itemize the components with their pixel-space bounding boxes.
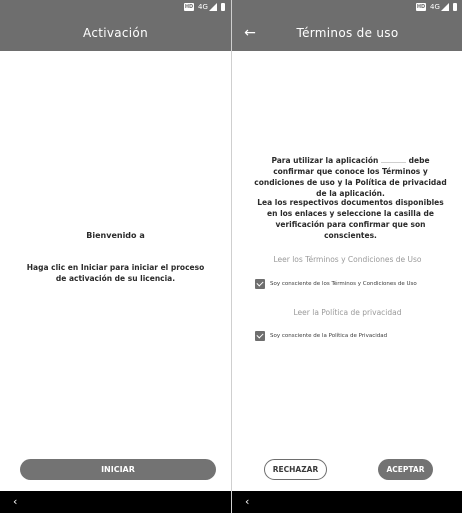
app-name-blank xyxy=(381,157,406,163)
status-icons: HD 4G xyxy=(416,3,457,11)
terms-checkbox-label: Soy consciente de los Términos y Condici… xyxy=(270,281,417,287)
checkbox-checked-icon[interactable] xyxy=(255,279,265,289)
signal-icon xyxy=(209,3,217,11)
reject-button[interactable]: RECHAZAR xyxy=(264,459,327,480)
welcome-title: Bienvenido a xyxy=(86,231,145,240)
accept-button[interactable]: ACEPTAR xyxy=(378,459,433,480)
hd-icon: HD xyxy=(184,3,194,11)
4g-icon: 4G xyxy=(430,3,440,11)
battery-icon xyxy=(453,3,457,11)
nav-back-icon[interactable]: ‹ xyxy=(245,495,249,509)
status-bar: HD 4G xyxy=(0,0,231,16)
welcome-text: Haga clic en Iniciar para iniciar el pro… xyxy=(26,263,205,283)
intro-text-start: Para utilizar la aplicación xyxy=(271,156,379,165)
status-bar: HD 4G xyxy=(232,0,462,16)
status-icons: HD 4G xyxy=(184,3,225,11)
page-title: Términos de uso xyxy=(296,26,399,40)
4g-icon: 4G xyxy=(198,3,208,11)
terms-screen: HD 4G ← Términos de uso Para utilizar la… xyxy=(232,0,462,513)
navigation-bar: ‹ xyxy=(0,491,231,513)
privacy-checkbox-label: Soy consciente de la Política de Privaci… xyxy=(270,333,388,339)
terms-checkbox-row[interactable]: Soy consciente de los Términos y Condici… xyxy=(255,278,453,290)
battery-icon xyxy=(221,3,225,11)
start-button[interactable]: INICIAR xyxy=(20,459,216,480)
documents-instruction-text: Lea los respectivos documentos disponibl… xyxy=(257,198,444,240)
privacy-link[interactable]: Leer la Política de privacidad xyxy=(232,308,462,317)
app-bar: ← Términos de uso xyxy=(232,16,462,51)
activation-screen: HD 4G Activación Bienvenido a Haga clic … xyxy=(0,0,231,513)
signal-icon xyxy=(441,3,449,11)
privacy-checkbox-row[interactable]: Soy consciente de la Política de Privaci… xyxy=(255,330,453,342)
checkbox-checked-icon[interactable] xyxy=(255,331,265,341)
app-bar: Activación xyxy=(0,16,231,51)
navigation-bar: ‹ xyxy=(232,491,462,513)
hd-icon: HD xyxy=(416,3,426,11)
terms-link[interactable]: Leer los Términos y Condiciones de Uso xyxy=(232,255,462,264)
page-title: Activación xyxy=(83,26,148,40)
nav-back-icon[interactable]: ‹ xyxy=(13,495,17,509)
terms-intro-text: Para utilizar la aplicación debe confirm… xyxy=(252,155,449,199)
